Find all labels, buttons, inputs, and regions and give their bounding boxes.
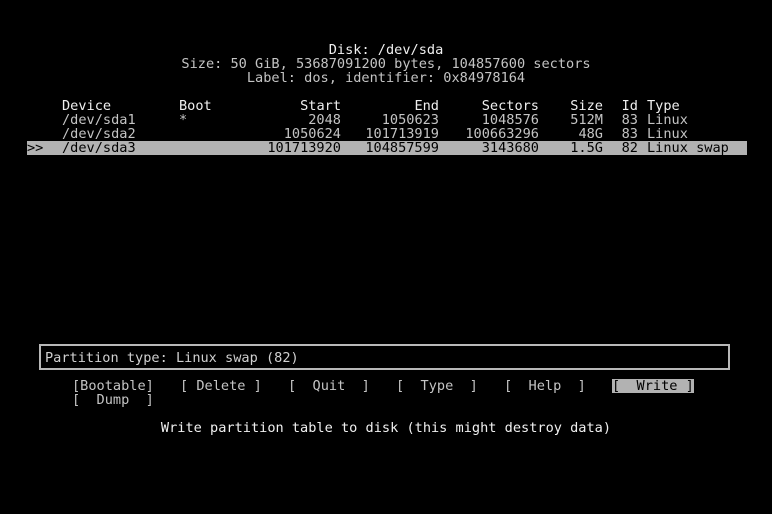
partition-table-header: Device Boot Start End Sectors Size Id Ty…	[27, 99, 747, 113]
selection-marker: >>	[27, 140, 44, 156]
write-button[interactable]: [ Write ]	[612, 379, 694, 393]
partition-row-sda3[interactable]: >> /dev/sda3 101713920 104857599 3143680…	[27, 141, 747, 155]
partition-sectors: 100663296	[465, 126, 539, 142]
partition-start: 101713920	[267, 140, 341, 156]
partition-info-text: Partition type: Linux swap (82)	[45, 350, 299, 366]
partition-id: 83	[621, 126, 638, 142]
column-header-boot: Boot	[179, 98, 212, 114]
column-header-start: Start	[300, 98, 341, 114]
partition-size: 512M	[570, 112, 603, 128]
column-header-sectors: Sectors	[481, 98, 539, 114]
help-button[interactable]: [ Help ]	[504, 379, 586, 393]
column-header-id: Id	[621, 98, 638, 114]
partition-end: 1050623	[381, 112, 439, 128]
partition-end: 104857599	[365, 140, 439, 156]
partition-device: /dev/sda1	[62, 112, 136, 128]
dump-button[interactable]: [ Dump ]	[72, 393, 154, 407]
partition-device: /dev/sda3	[62, 140, 136, 156]
delete-button[interactable]: [ Delete ]	[180, 379, 262, 393]
column-header-end: End	[414, 98, 439, 114]
partition-start: 1050624	[283, 126, 341, 142]
column-header-size: Size	[570, 98, 603, 114]
partition-type: Linux	[647, 112, 688, 128]
partition-row-sda1[interactable]: /dev/sda1 * 2048 1050623 1048576 512M 83…	[27, 113, 747, 127]
disk-title: Disk: /dev/sda	[328, 42, 444, 58]
disk-label-info: Label: dos, identifier: 0x84978164	[246, 70, 526, 86]
bootable-button[interactable]: [Bootable]	[72, 379, 154, 393]
partition-end: 101713919	[365, 126, 439, 142]
partition-size: 1.5G	[570, 140, 603, 156]
partition-sectors: 1048576	[481, 112, 539, 128]
partition-start: 2048	[308, 112, 341, 128]
disk-size-info: Size: 50 GiB, 53687091200 bytes, 1048576…	[181, 56, 591, 72]
partition-id: 82	[621, 140, 638, 156]
partition-id: 83	[621, 112, 638, 128]
column-header-type: Type	[647, 98, 680, 114]
partition-boot-flag: *	[179, 112, 188, 128]
partition-type: Linux swap	[647, 140, 729, 156]
quit-button[interactable]: [ Quit ]	[288, 379, 370, 393]
partition-size: 48G	[578, 126, 603, 142]
status-message: Write partition table to disk (this migh…	[160, 420, 612, 436]
partition-info-box: Partition type: Linux swap (82)	[39, 344, 730, 370]
partition-sectors: 3143680	[481, 140, 539, 156]
partition-row-sda2[interactable]: /dev/sda2 1050624 101713919 100663296 48…	[27, 127, 747, 141]
column-header-device: Device	[62, 98, 112, 114]
type-button[interactable]: [ Type ]	[396, 379, 478, 393]
partition-type: Linux	[647, 126, 688, 142]
partition-device: /dev/sda2	[62, 126, 136, 142]
